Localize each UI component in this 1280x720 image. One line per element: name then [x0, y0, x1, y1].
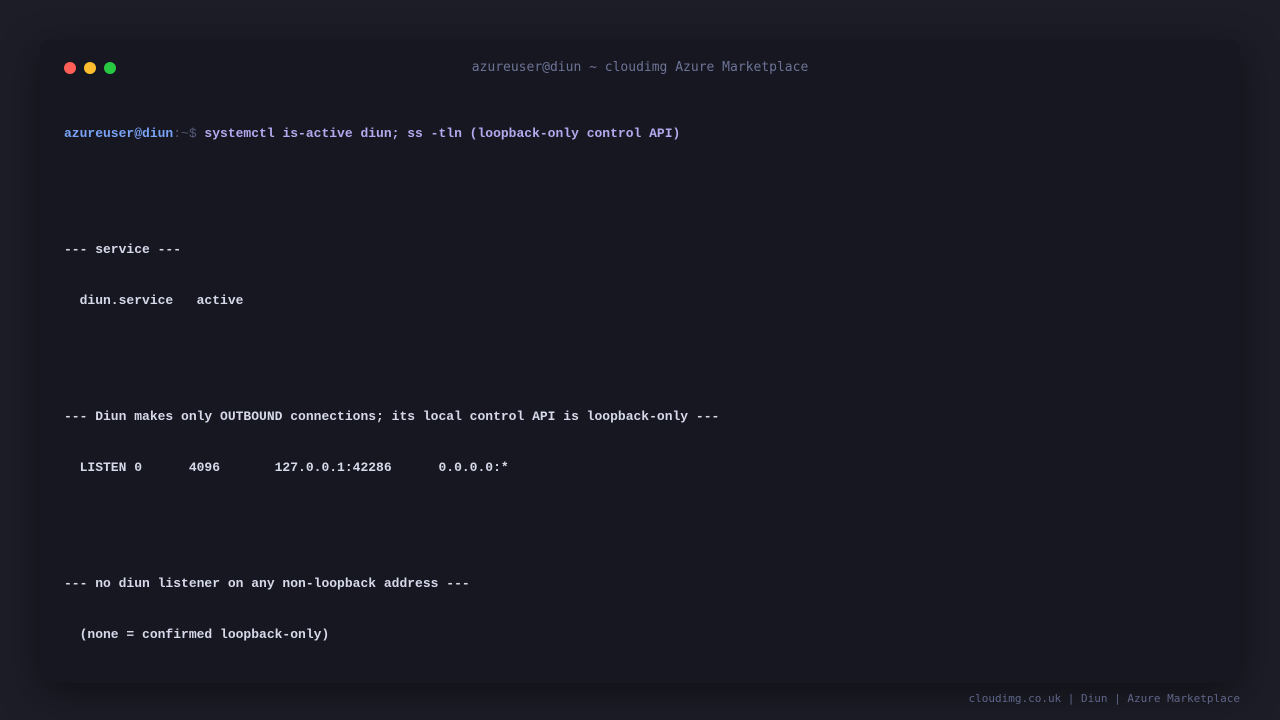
terminal-output[interactable]: azureuser@diun:~$ systemctl is-active di… — [64, 93, 1216, 675]
prompt-user-host: azureuser@diun — [64, 126, 174, 141]
section-header-service: --- service --- — [64, 242, 182, 257]
title-bar: azureuser@diun ~ cloudimg Azure Marketpl… — [40, 40, 1240, 96]
prompt-path: :~$ — [173, 126, 197, 141]
section-header-nonloopback: --- no diun listener on any non-loopback… — [64, 576, 470, 591]
service-status-line: diun.service active — [64, 293, 244, 308]
footer-caption: cloudimg.co.uk | Diun | Azure Marketplac… — [968, 692, 1240, 705]
window-title: azureuser@diun ~ cloudimg Azure Marketpl… — [471, 60, 809, 75]
listen-socket-line: LISTEN 0 4096 127.0.0.1:42286 0.0.0.0:* — [64, 460, 509, 475]
prompt-line: azureuser@diun:~$ systemctl is-active di… — [64, 123, 1216, 144]
command-text: systemctl is-active diun; ss -tln (loopb… — [196, 126, 681, 141]
section-header-outbound: --- Diun makes only OUTBOUND connections… — [64, 409, 720, 424]
nonloopback-result-line: (none = confirmed loopback-only) — [64, 627, 330, 642]
terminal-window: azureuser@diun ~ cloudimg Azure Marketpl… — [40, 40, 1240, 683]
